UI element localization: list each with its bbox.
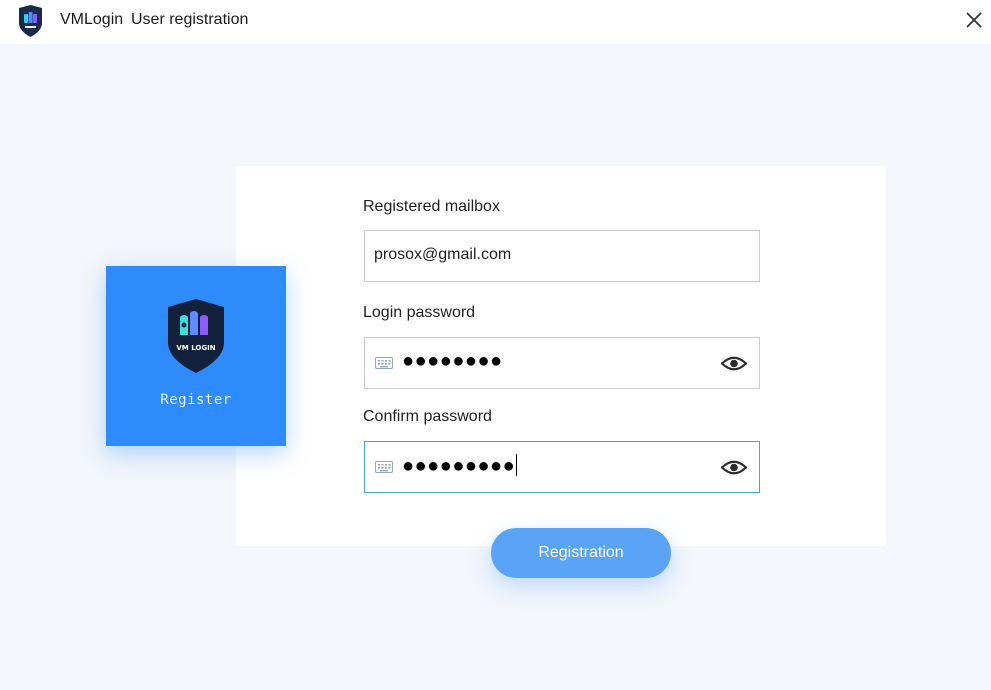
vmlogin-shield-icon: VM LOGIN [168, 299, 224, 373]
brand-tile: VM LOGIN Register [106, 266, 286, 446]
confirm-password-label: Confirm password [363, 408, 492, 425]
close-icon[interactable] [960, 6, 988, 34]
eye-icon[interactable] [721, 459, 747, 476]
eye-icon[interactable] [721, 355, 747, 372]
confirm-password-field[interactable]: ●●●●●●●●● [364, 441, 760, 493]
app-name: VMLogin [60, 11, 124, 28]
confirm-password-masked-value: ●●●●●●●●● [402, 454, 518, 478]
brand-label: Register [160, 392, 232, 408]
email-label: Registered mailbox [363, 198, 500, 215]
keyboard-icon [375, 357, 393, 369]
vmlogin-logo-icon [19, 5, 42, 37]
password-field[interactable]: ●●●●●●●● [364, 337, 760, 389]
registration-window: VMLogin User registration VM LOGIN Regis… [0, 0, 991, 690]
registration-button[interactable]: Registration [491, 528, 671, 578]
window-title: User registration [131, 11, 249, 28]
password-masked-value: ●●●●●●●● [402, 350, 503, 372]
email-value: prosox@gmail.com [374, 246, 512, 263]
keyboard-icon [375, 461, 393, 473]
password-label: Login password [363, 304, 476, 321]
email-field[interactable]: prosox@gmail.com [364, 230, 760, 282]
title-bar: VMLogin User registration [0, 0, 991, 44]
confirm-password-dots: ●●●●●●●●● [402, 455, 516, 477]
text-caret [516, 454, 518, 476]
svg-text:VM LOGIN: VM LOGIN [176, 344, 215, 352]
